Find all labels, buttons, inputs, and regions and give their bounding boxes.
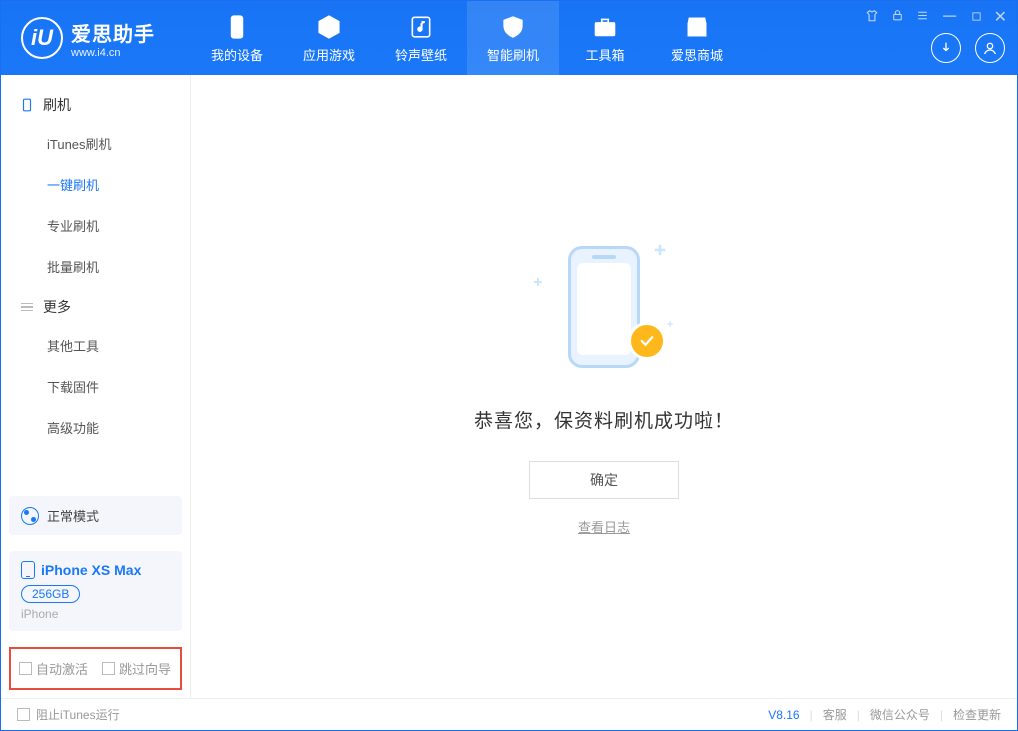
cube-icon: [315, 13, 343, 41]
option-auto-activate[interactable]: 自动激活: [19, 659, 88, 678]
main-content: 恭喜您，保资料刷机成功啦！ 确定 查看日志: [191, 75, 1017, 698]
device-type: iPhone: [21, 607, 170, 621]
sidebar-item-oneclick-flash[interactable]: 一键刷机: [1, 164, 190, 205]
phone-icon: [21, 561, 35, 579]
download-button[interactable]: [931, 33, 961, 63]
device-info-panel: iPhone XS Max 256GB iPhone: [9, 551, 182, 631]
success-message: 恭喜您，保资料刷机成功啦！: [474, 406, 734, 433]
body: 刷机 iTunes刷机 一键刷机 专业刷机 批量刷机 更多 其他工具 下载固件 …: [1, 75, 1017, 698]
mode-icon: [21, 507, 39, 525]
wechat-link[interactable]: 微信公众号: [870, 706, 930, 723]
tab-apps-games[interactable]: 应用游戏: [283, 1, 375, 75]
device-icon: [223, 13, 251, 41]
header: － ✕ iU 爱思助手 www.i4.cn 我的设备 应用游戏: [1, 1, 1017, 75]
footer: 阻止iTunes运行 V8.16 | 客服 | 微信公众号 | 检查更新: [1, 698, 1017, 730]
device-name: iPhone XS Max: [41, 562, 141, 578]
sparkle-icon: [667, 321, 673, 327]
tab-smart-flash[interactable]: 智能刷机: [467, 1, 559, 75]
sparkle-icon: [655, 244, 665, 254]
sidebar-group-flash: 刷机: [1, 85, 190, 123]
menu-icon[interactable]: [916, 9, 929, 25]
sidebar-item-pro-flash[interactable]: 专业刷机: [1, 205, 190, 246]
sidebar-item-itunes-flash[interactable]: iTunes刷机: [1, 123, 190, 164]
sidebar-item-advanced[interactable]: 高级功能: [1, 407, 190, 448]
success-illustration: [534, 238, 674, 378]
refresh-shield-icon: [499, 13, 527, 41]
window-controls: － ✕: [865, 7, 1007, 27]
app-title: 爱思助手: [71, 18, 155, 47]
sidebar-item-batch-flash[interactable]: 批量刷机: [1, 246, 190, 287]
view-log-link[interactable]: 查看日志: [578, 517, 630, 536]
tshirt-icon[interactable]: [865, 9, 879, 26]
option-block-itunes[interactable]: 阻止iTunes运行: [17, 706, 120, 723]
version-label: V8.16: [768, 708, 799, 722]
sidebar: 刷机 iTunes刷机 一键刷机 专业刷机 批量刷机 更多 其他工具 下载固件 …: [1, 75, 191, 698]
checkbox-icon: [17, 708, 30, 721]
ok-button[interactable]: 确定: [529, 461, 679, 499]
logo-icon: iU: [21, 17, 63, 59]
tab-store[interactable]: 爱思商城: [651, 1, 743, 75]
check-update-link[interactable]: 检查更新: [953, 706, 1001, 723]
main-tabs: 我的设备 应用游戏 铃声壁纸 智能刷机 工具箱 爱思商城: [191, 1, 743, 75]
sidebar-item-download-firmware[interactable]: 下载固件: [1, 366, 190, 407]
success-check-badge: [628, 322, 666, 360]
tab-ringtone-wallpaper[interactable]: 铃声壁纸: [375, 1, 467, 75]
user-button[interactable]: [975, 33, 1005, 63]
sidebar-item-other-tools[interactable]: 其他工具: [1, 325, 190, 366]
app-window: － ✕ iU 爱思助手 www.i4.cn 我的设备 应用游戏: [0, 0, 1018, 731]
minimize-icon[interactable]: －: [941, 13, 959, 21]
checkbox-icon: [19, 662, 32, 675]
tab-my-device[interactable]: 我的设备: [191, 1, 283, 75]
checkbox-icon: [102, 662, 115, 675]
store-icon: [683, 13, 711, 41]
list-icon: [19, 299, 35, 315]
option-skip-guide[interactable]: 跳过向导: [102, 659, 171, 678]
close-icon[interactable]: ✕: [994, 7, 1007, 27]
music-icon: [407, 13, 435, 41]
maximize-icon[interactable]: [971, 10, 982, 25]
header-actions: [931, 33, 1005, 63]
device-mode-panel: 正常模式: [9, 496, 182, 535]
sidebar-group-more: 更多: [1, 287, 190, 325]
customer-service-link[interactable]: 客服: [823, 706, 847, 723]
sparkle-icon: [534, 278, 542, 286]
lock-icon[interactable]: [891, 9, 904, 25]
flash-options-highlighted: 自动激活 跳过向导: [9, 647, 182, 690]
app-subtitle: www.i4.cn: [71, 47, 155, 59]
device-capacity: 256GB: [21, 585, 80, 603]
logo: iU 爱思助手 www.i4.cn: [1, 17, 191, 59]
toolbox-icon: [591, 13, 619, 41]
phone-outline-icon: [19, 97, 35, 113]
device-mode: 正常模式: [47, 506, 99, 525]
tab-toolbox[interactable]: 工具箱: [559, 1, 651, 75]
